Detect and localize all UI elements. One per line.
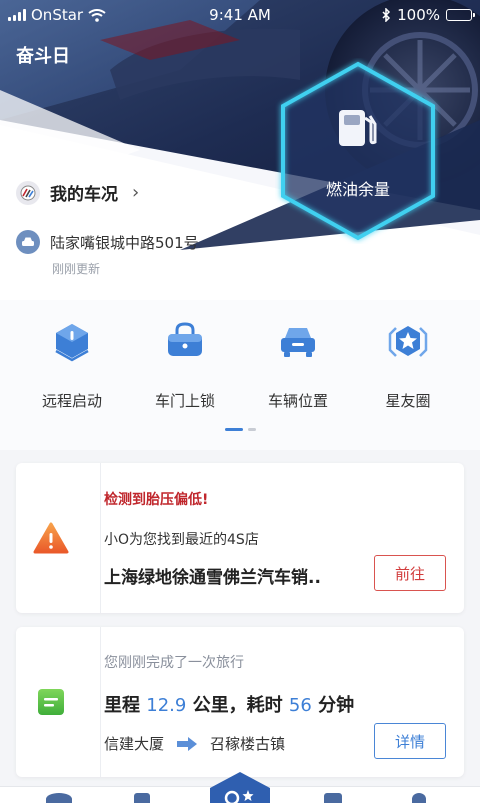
door-lock-label: 车门上锁 xyxy=(154,392,215,410)
star-circle-button[interactable]: 星友圈 xyxy=(348,320,468,411)
page-title: 奋斗日 xyxy=(16,46,70,67)
quick-actions: 远程启动 车门上锁 车辆位置 星友圈 xyxy=(0,300,480,450)
my-car-status-link[interactable]: 我的车况 › xyxy=(16,180,139,205)
nav-home-icon[interactable] xyxy=(46,793,72,803)
nav-profile-icon[interactable] xyxy=(412,793,426,803)
warning-icon xyxy=(33,522,69,554)
battery-percent: 100% xyxy=(397,6,440,24)
distance-label: 里程 xyxy=(104,695,140,716)
duration-value: 56 xyxy=(288,695,312,716)
alert-subtitle: 小O为您找到最近的4S店 xyxy=(104,532,259,548)
nav-car-icon[interactable] xyxy=(134,793,150,803)
car-location-label: 车辆位置 xyxy=(267,392,328,410)
trip-summary-card[interactable]: 您刚刚完成了一次旅行 里程 12.9 公里，耗时 56 分钟 信建大厦 召稼楼古… xyxy=(16,627,464,777)
dealer-name: 上海绿地徐通雪佛兰汽车销.. xyxy=(104,568,321,588)
brand-logo-icon xyxy=(16,180,40,205)
vehicle-location: 陆家嘴银城中路501号 刚刚更新 xyxy=(16,230,199,277)
remote-start-icon xyxy=(55,324,89,362)
go-button[interactable]: 前往 xyxy=(374,555,446,591)
page-dot-active xyxy=(224,428,243,431)
trip-stats: 里程 12.9 公里，耗时 56 分钟 xyxy=(104,691,354,717)
alert-title: 检测到胎压偏低! xyxy=(104,492,209,508)
fuel-gauge-hexagon[interactable] xyxy=(275,58,441,244)
door-lock-icon xyxy=(168,322,202,356)
car-location-button[interactable]: 车辆位置 xyxy=(238,320,358,411)
trip-note-icon xyxy=(38,689,64,715)
page-indicator xyxy=(0,428,480,431)
tire-pressure-alert-card[interactable]: 检测到胎压偏低! 小O为您找到最近的4S店 上海绿地徐通雪佛兰汽车销.. 前往 xyxy=(16,463,464,613)
fuel-level-label: 燃油余量 xyxy=(325,180,390,199)
nav-service-icon[interactable] xyxy=(324,793,342,803)
status-bar: OnStar 9:41 AM 100% xyxy=(0,0,480,30)
car-pin-icon xyxy=(16,230,40,254)
chevron-right-icon: › xyxy=(132,182,140,203)
distance-unit: 公里，耗时 xyxy=(192,695,283,716)
star-circle-label: 星友圈 xyxy=(385,392,431,410)
remote-start-button[interactable]: 远程启动 xyxy=(12,320,132,411)
details-button[interactable]: 详情 xyxy=(374,723,446,759)
distance-value: 12.9 xyxy=(146,695,187,716)
hero-banner: OnStar 9:41 AM 100% 奋斗日 燃油余量 我的车况 › 陆家嘴银… xyxy=(0,0,480,300)
trip-origin: 信建大厦 xyxy=(104,735,165,753)
location-address: 陆家嘴银城中路501号 xyxy=(50,233,199,252)
battery-icon xyxy=(446,9,475,21)
bluetooth-icon xyxy=(382,8,391,22)
star-circle-icon xyxy=(388,326,428,357)
trip-route: 信建大厦 召稼楼古镇 xyxy=(104,733,285,754)
page-dot xyxy=(247,428,256,431)
door-lock-button[interactable]: 车门上锁 xyxy=(125,320,245,411)
duration-unit: 分钟 xyxy=(318,695,355,716)
my-car-status-label: 我的车况 xyxy=(50,185,118,205)
trip-destination: 召稼楼古镇 xyxy=(210,735,286,753)
route-arrow-icon xyxy=(177,736,198,751)
trip-heading: 您刚刚完成了一次旅行 xyxy=(104,655,244,671)
nav-center-hex-button[interactable] xyxy=(206,770,274,803)
car-location-icon xyxy=(281,328,315,357)
remote-start-label: 远程启动 xyxy=(41,392,102,410)
location-updated-time: 刚刚更新 xyxy=(52,262,101,276)
